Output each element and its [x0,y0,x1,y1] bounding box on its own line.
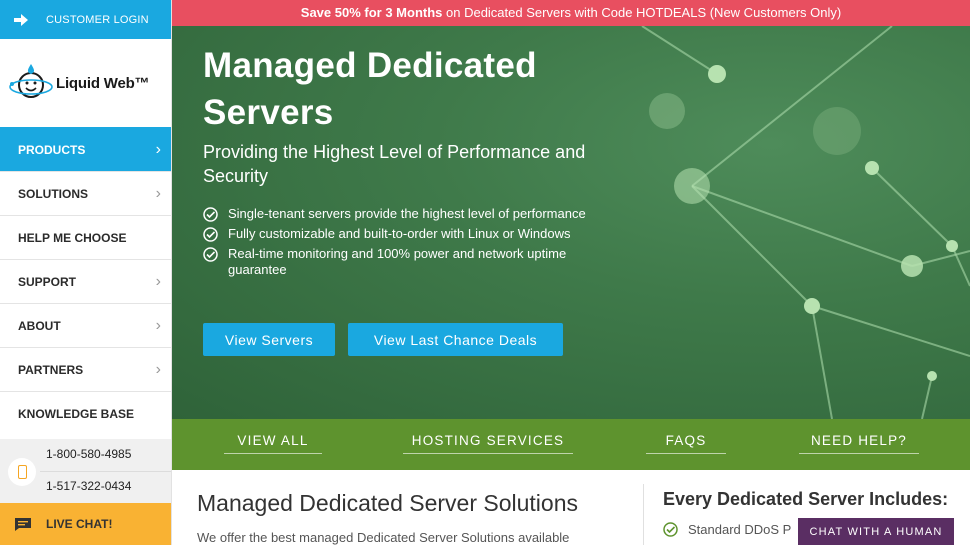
live-chat-button[interactable]: LIVE CHAT! [0,503,171,545]
sidebar: CUSTOMER LOGIN Liquid Web™ PRODUCTS › SOL… [0,0,172,545]
customer-login-button[interactable]: CUSTOMER LOGIN [0,0,171,39]
feature-item: Single-tenant servers provide the highes… [203,206,623,222]
section-text: We offer the best managed Dedicated Serv… [197,530,570,545]
section-title: Managed Dedicated Server Solutions [197,490,579,516]
subnav-faqs[interactable]: FAQS [646,433,726,454]
feature-item: Fully customizable and built-to-order wi… [203,226,623,242]
chevron-right-icon: › [155,184,161,202]
nav-item-label: ABOUT [18,318,61,333]
divider [643,484,644,545]
chevron-right-icon: › [155,272,161,290]
promo-highlight: Save 50% for 3 Months [300,5,443,20]
hero-title: Managed Dedicated Servers [203,46,537,132]
feature-text: Real-time monitoring and 100% power and … [228,246,567,277]
chat-with-human-button[interactable]: CHAT WITH A HUMAN [798,518,954,545]
phone-panel: 1-800-580-4985 1-517-322-0434 [0,439,171,503]
section-subnav: VIEW ALL HOSTING SERVICES FAQS NEED HELP… [172,419,970,470]
nav-item-label: PARTNERS [18,362,84,377]
customer-login-label: CUSTOMER LOGIN [46,13,149,26]
subnav-need-help[interactable]: NEED HELP? [799,433,919,454]
check-circle-icon [663,522,678,537]
logo-text: Liquid Web™ [56,74,150,92]
solutions-section: Managed Dedicated Server Solutions We of… [197,488,617,545]
view-servers-button[interactable]: View Servers [203,323,335,356]
liquid-web-logo-icon [9,64,53,98]
include-text: Standard DDoS P [688,522,792,537]
check-circle-icon [203,247,218,262]
nav-item-products[interactable]: PRODUCTS › [0,127,171,171]
nav-item-knowledge-base[interactable]: KNOWLEDGE BASE [0,391,171,435]
nav-item-label: KNOWLEDGE BASE [18,406,135,421]
chevron-right-icon: › [155,140,161,158]
check-circle-icon [203,227,218,242]
live-chat-label: LIVE CHAT! [46,517,113,531]
feature-item: Real-time monitoring and 100% power and … [203,246,623,278]
nav-item-about[interactable]: ABOUT › [0,303,171,347]
promo-banner[interactable]: Save 50% for 3 Months on Dedicated Serve… [172,0,970,26]
chevron-right-icon: › [155,360,161,378]
feature-text: Fully customizable and built-to-order wi… [228,226,571,241]
feature-text: Single-tenant servers provide the highes… [228,206,586,221]
nav-item-help-me-choose[interactable]: HELP ME CHOOSE [0,215,171,259]
promo-text: on Dedicated Servers with Code HOTDEALS … [442,5,842,20]
login-arrow-icon [14,13,28,26]
nav-item-support[interactable]: SUPPORT › [0,259,171,303]
view-deals-button[interactable]: View Last Chance Deals [348,323,563,356]
nav-item-label: PRODUCTS [18,142,86,157]
check-circle-icon [203,207,218,222]
chat-bubble-icon [15,518,31,531]
includes-title: Every Dedicated Server Includes: [663,489,949,509]
hero-feature-list: Single-tenant servers provide the highes… [203,206,623,282]
nav-item-label: SUPPORT [18,274,77,289]
subnav-view-all[interactable]: VIEW ALL [224,433,322,454]
phone-number-2[interactable]: 1-517-322-0434 [46,479,131,493]
main-nav: PRODUCTS › SOLUTIONS › HELP ME CHOOSE SUPP… [0,127,171,435]
hero-section: Managed Dedicated Servers Providing the … [172,26,970,419]
nav-item-solutions[interactable]: SOLUTIONS › [0,171,171,215]
phone-icon [8,458,36,486]
chevron-right-icon: › [155,316,161,334]
nav-item-label: HELP ME CHOOSE [18,230,127,245]
subnav-hosting-services[interactable]: HOSTING SERVICES [403,433,573,454]
logo[interactable]: Liquid Web™ [0,39,171,127]
divider [40,471,171,472]
hero-subtitle: Providing the Highest Level of Performan… [203,142,586,186]
nav-item-partners[interactable]: PARTNERS › [0,347,171,391]
phone-number-1[interactable]: 1-800-580-4985 [46,447,131,461]
nav-item-label: SOLUTIONS [18,186,89,201]
